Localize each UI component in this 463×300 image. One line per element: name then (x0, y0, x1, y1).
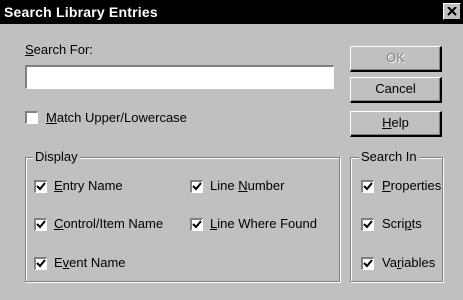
close-icon (447, 7, 457, 16)
help-button[interactable]: Help (350, 111, 442, 137)
line-where-found-label: Line Where Found (210, 216, 317, 231)
line-number-label: Line Number (210, 178, 285, 193)
search-for-label: Search For: (25, 42, 93, 57)
event-name-label: Event Name (54, 255, 126, 270)
variables-label: Variables (382, 255, 436, 270)
control-item-name-checkbox[interactable] (34, 218, 47, 231)
ok-button[interactable]: OK (350, 46, 442, 72)
entry-name-checkbox[interactable] (34, 180, 47, 193)
checkmark-icon (363, 182, 373, 191)
search-input[interactable] (25, 65, 334, 89)
control-item-name-label: Control/Item Name (54, 216, 164, 231)
checkmark-icon (36, 259, 46, 268)
scripts-checkbox[interactable] (361, 218, 374, 231)
title-bar: Search Library Entries (0, 0, 463, 24)
event-name-checkbox[interactable] (34, 257, 47, 270)
cancel-button[interactable]: Cancel (350, 77, 442, 103)
line-number-checkbox[interactable] (190, 180, 203, 193)
search-in-group-caption: Search In (359, 149, 419, 164)
match-case-checkbox[interactable] (25, 111, 38, 124)
checkmark-icon (192, 220, 202, 229)
match-case-label: Match Upper/Lowercase (46, 110, 187, 125)
checkmark-icon (36, 220, 46, 229)
checkmark-icon (36, 182, 46, 191)
close-button[interactable] (443, 3, 461, 20)
scripts-label: Scripts (382, 216, 422, 231)
properties-label: Properties (382, 178, 442, 193)
variables-checkbox[interactable] (361, 257, 374, 270)
checkmark-icon (363, 259, 373, 268)
entry-name-label: Entry Name (54, 178, 123, 193)
checkmark-icon (363, 220, 373, 229)
checkmark-icon (192, 182, 202, 191)
display-group-caption: Display (33, 149, 80, 164)
properties-checkbox[interactable] (361, 180, 374, 193)
window-title: Search Library Entries (4, 4, 158, 20)
line-where-found-checkbox[interactable] (190, 218, 203, 231)
